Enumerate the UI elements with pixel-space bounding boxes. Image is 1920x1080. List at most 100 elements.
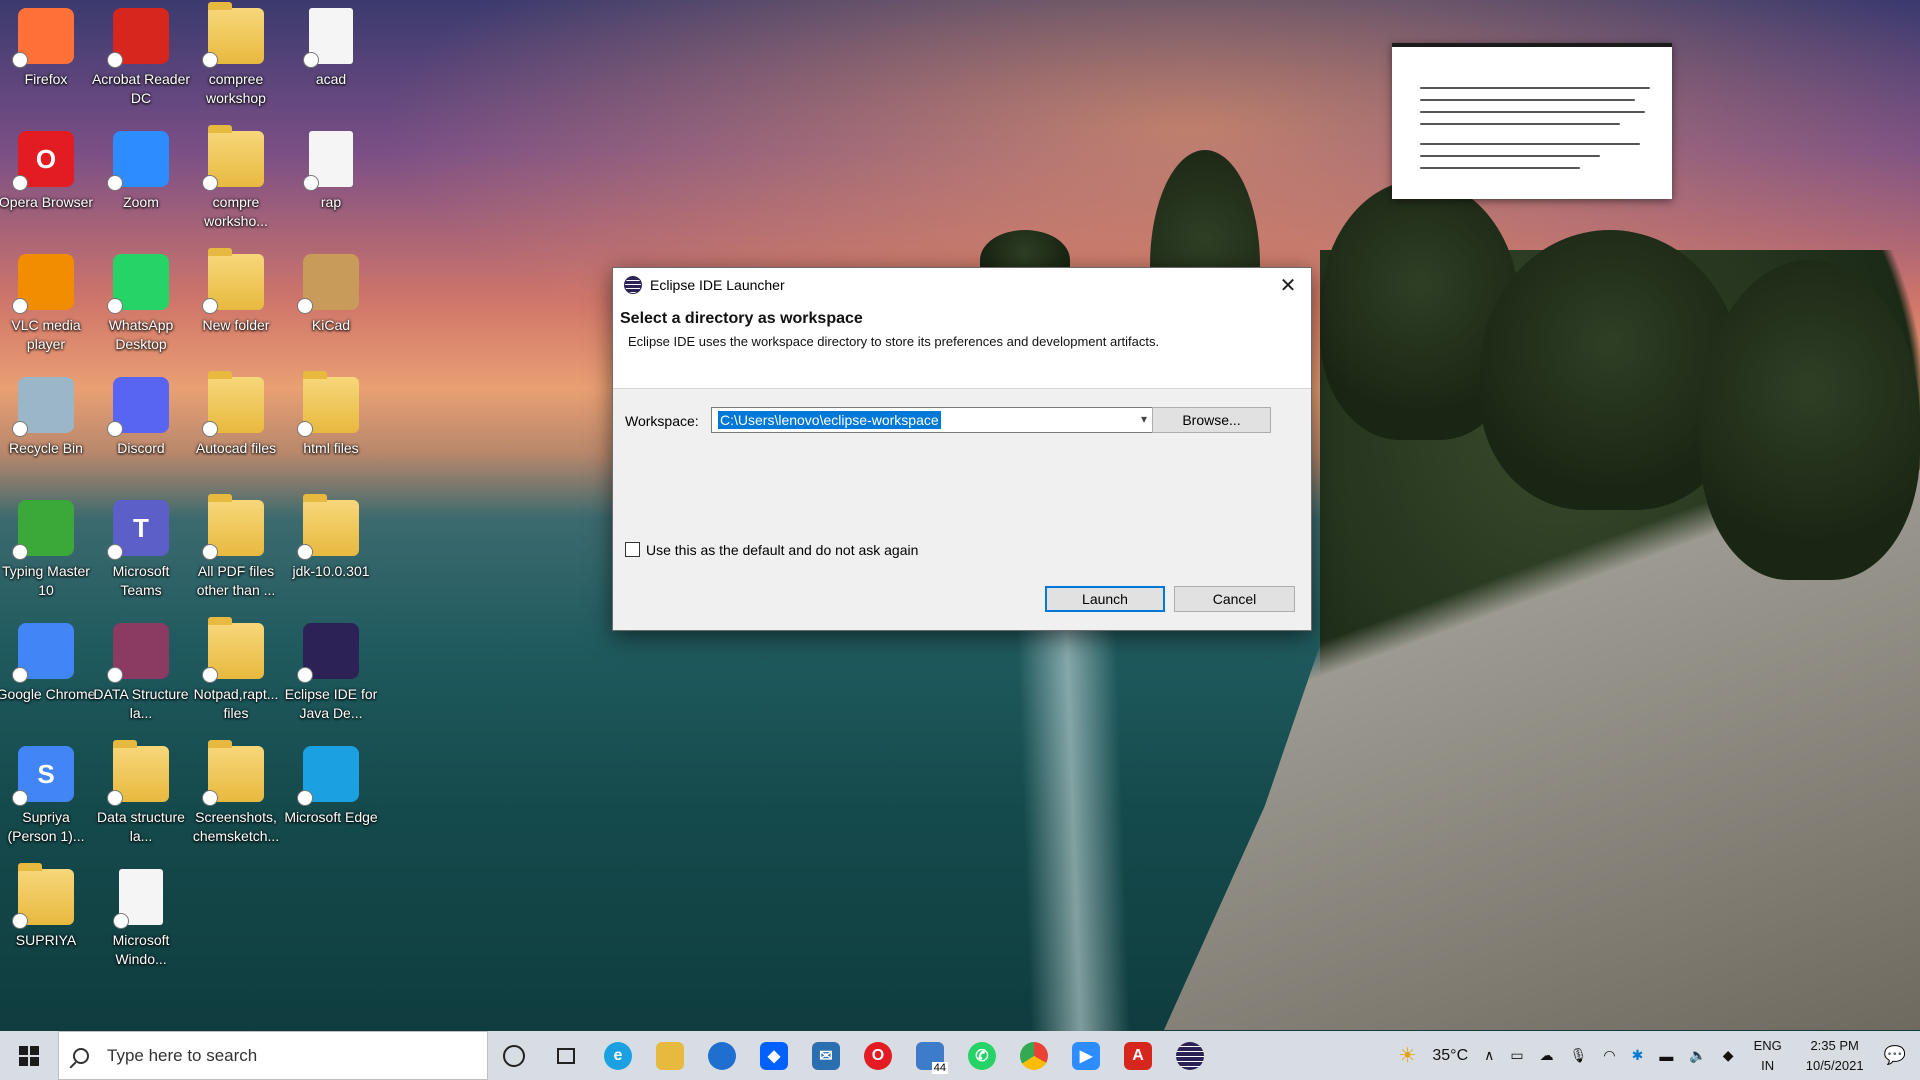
desktop-icon-image (107, 131, 169, 191)
desktop-icon[interactable]: Notpad,rapt... files (191, 617, 281, 734)
weather-temperature[interactable]: 35°C (1424, 1047, 1476, 1065)
workspace-combobox[interactable]: C:\Users\lenovo\eclipse-workspace ▾ (711, 407, 1154, 433)
taskbar-acrobat[interactable]: A (1112, 1031, 1164, 1080)
sync-status-icon (12, 298, 28, 314)
volume-icon[interactable]: 🔈 (1681, 1047, 1714, 1064)
dialog-title: Eclipse IDE Launcher (650, 277, 785, 293)
taskbar-whatsapp[interactable]: ✆ (956, 1031, 1008, 1080)
default-checkbox[interactable] (625, 542, 640, 557)
dropbox-icon: ◆ (760, 1041, 788, 1070)
taskbar-search[interactable]: Type here to search (58, 1031, 488, 1080)
desktop-icon[interactable]: compree workshop (191, 2, 281, 119)
taskbar-eclipse[interactable] (1164, 1031, 1216, 1080)
taskbar-chrome[interactable] (1008, 1031, 1060, 1080)
desktop-icon[interactable]: Data structure la... (96, 740, 186, 857)
desktop-icon[interactable]: T Microsoft Teams (96, 496, 186, 611)
taskbar-mail[interactable]: 44 (904, 1031, 956, 1080)
desktop-icon[interactable]: Eclipse IDE for Java De... (285, 619, 377, 734)
cortana-button[interactable] (488, 1031, 540, 1080)
desktop-icon-image (303, 8, 353, 68)
desktop-icon-image (202, 371, 264, 437)
sync-status-icon (12, 790, 28, 806)
sync-status-icon (12, 667, 28, 683)
microphone-icon[interactable]: 🎙 (1562, 1047, 1596, 1064)
sync-status-icon (202, 421, 218, 437)
desktop-icon[interactable]: New folder (191, 248, 281, 365)
notification-icon[interactable]: 💬 (1876, 1045, 1920, 1066)
browse-button[interactable]: Browse... (1152, 407, 1271, 433)
desktop-icon[interactable]: Autocad files (191, 371, 281, 488)
taskbar-browser[interactable] (696, 1031, 748, 1080)
desktop-icon[interactable]: acad (286, 4, 376, 119)
desktop-icon[interactable]: Microsoft Windo... (96, 865, 186, 980)
desktop-icon[interactable]: Recycle Bin (1, 373, 91, 488)
taskbar-opera[interactable]: O (852, 1031, 904, 1080)
desktop-icon[interactable]: DATA Structure la... (93, 619, 189, 734)
checkbox-label[interactable]: Use this as the default and do not ask a… (646, 542, 918, 558)
dialog-title-bar[interactable]: Eclipse IDE Launcher ✕ (613, 268, 1311, 302)
desktop-icon[interactable]: VLC media player (1, 250, 91, 365)
desktop-icon[interactable]: rap (286, 127, 376, 242)
taskbar-edge[interactable]: e (592, 1031, 644, 1080)
desktop-icon-label: html files (303, 440, 359, 456)
desktop-icon-label: Data structure la... (97, 809, 185, 844)
desktop-icon[interactable]: Firefox (1, 4, 91, 119)
onedrive-icon[interactable]: ☁ (1532, 1047, 1562, 1064)
dialog-header: Select a directory as workspace Eclipse … (613, 302, 1311, 389)
acrobat-icon: A (1124, 1041, 1152, 1070)
desktop-icon[interactable]: SUPRIYA (1, 863, 91, 980)
desktop-icon[interactable]: KiCad (286, 250, 376, 365)
desktop-icon[interactable]: Typing Master 10 (1, 496, 91, 611)
meet-now-icon[interactable]: ▭ (1502, 1047, 1531, 1064)
taskbar-file-explorer[interactable] (644, 1031, 696, 1080)
desktop-icon[interactable]: Acrobat Reader DC (92, 4, 190, 119)
notes-preview-window[interactable] (1392, 43, 1672, 199)
desktop-icon[interactable]: All PDF files other than ... (191, 494, 281, 611)
bluetooth-icon[interactable]: ✱ (1624, 1047, 1652, 1064)
desktop-icon[interactable]: Google Chrome (0, 619, 95, 734)
taskbar-mail-app[interactable]: ✉ (800, 1031, 852, 1080)
sync-status-icon (303, 52, 319, 68)
clock[interactable]: 2:35 PM 10/5/2021 (1794, 1036, 1876, 1076)
desktop-icon[interactable]: compre worksho... (191, 125, 281, 242)
cancel-button[interactable]: Cancel (1174, 586, 1295, 612)
sync-status-icon (303, 175, 319, 191)
desktop-icon-label: VLC media player (11, 317, 81, 352)
desktop-icon-label: New folder (202, 317, 270, 333)
battery-icon[interactable]: ▬ (1651, 1048, 1681, 1064)
desktop-icon-image: T (107, 500, 169, 560)
desktop-icon[interactable]: Microsoft Edge (284, 742, 378, 857)
sync-status-icon (202, 298, 218, 314)
dialog-description: Eclipse IDE uses the workspace directory… (628, 334, 1160, 349)
desktop-icon[interactable]: jdk-10.0.301 (286, 494, 376, 611)
sync-status-icon (297, 421, 313, 437)
wifi-icon[interactable]: ◠ (1595, 1047, 1623, 1064)
clock-time: 2:35 PM (1810, 1037, 1859, 1053)
desktop-icon[interactable]: WhatsApp Desktop (96, 250, 186, 365)
desktop-icon[interactable]: Screenshots, chemsketch... (191, 740, 281, 857)
language-indicator[interactable]: ENG IN (1742, 1036, 1794, 1076)
sync-status-icon (202, 175, 218, 191)
desktop-icon-image (107, 377, 169, 437)
desktop-icon-image: S (12, 746, 74, 806)
taskbar-zoom[interactable]: ▶ (1060, 1031, 1112, 1080)
sync-status-icon (113, 913, 129, 929)
sync-status-icon (202, 52, 218, 68)
desktop-icon[interactable]: S Supriya (Person 1)... (1, 742, 91, 857)
desktop-icon-label: Typing Master 10 (2, 563, 90, 598)
workspace-input[interactable]: C:\Users\lenovo\eclipse-workspace (718, 411, 941, 429)
desktop-icon[interactable]: Zoom (96, 127, 186, 242)
weather-icon[interactable]: ☀ (1390, 1043, 1424, 1068)
dropbox-tray-icon[interactable]: ◆ (1715, 1047, 1742, 1064)
desktop-icon[interactable]: html files (286, 371, 376, 488)
task-view-button[interactable] (540, 1031, 592, 1080)
desktop-icon-label: jdk-10.0.301 (292, 563, 370, 579)
taskbar-dropbox[interactable]: ◆ (748, 1031, 800, 1080)
desktop-icon[interactable]: O Opera Browser (0, 127, 93, 242)
chevron-up-icon[interactable]: ∧ (1476, 1047, 1502, 1064)
launch-button[interactable]: Launch (1045, 586, 1165, 612)
start-button[interactable] (0, 1031, 58, 1080)
desktop-icon[interactable]: Discord (96, 373, 186, 488)
chevron-down-icon[interactable]: ▾ (1141, 412, 1147, 426)
close-icon[interactable]: ✕ (1265, 268, 1311, 302)
